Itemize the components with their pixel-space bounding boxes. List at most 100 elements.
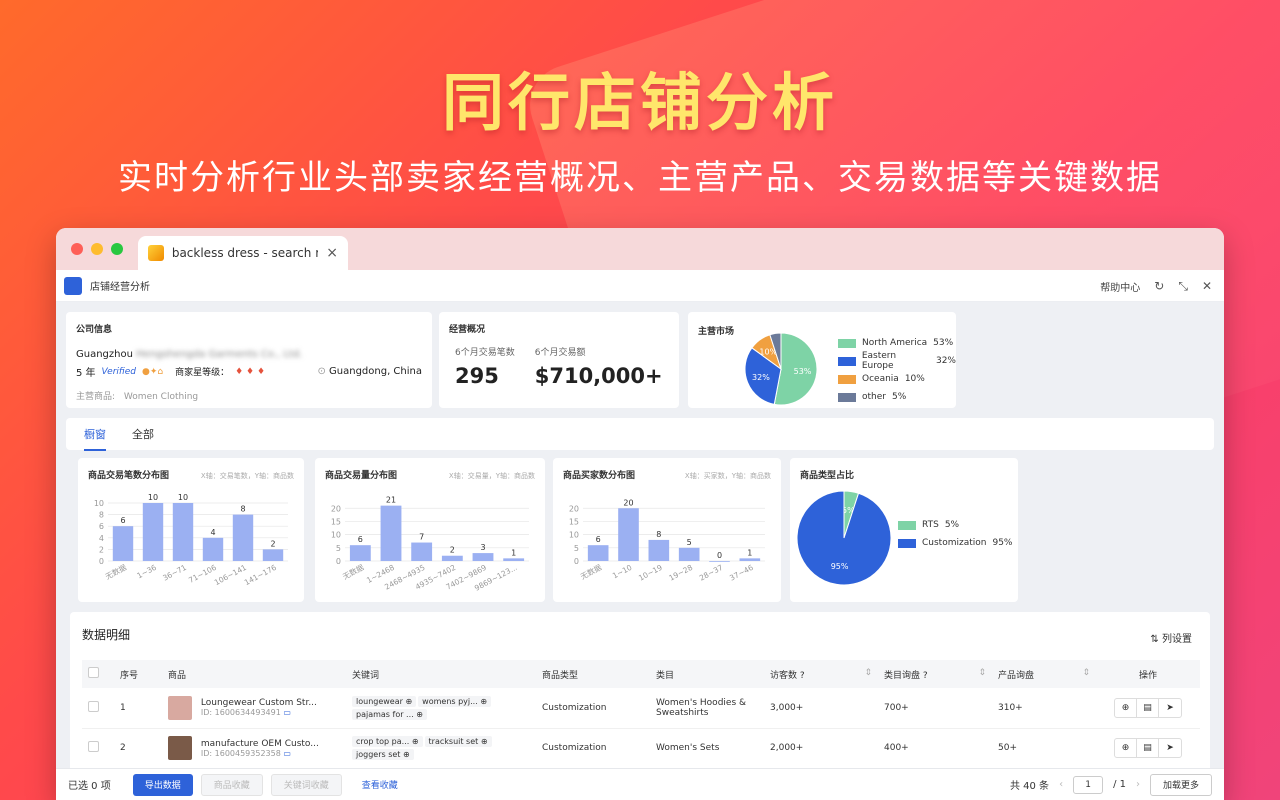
bar-value-label: 7 <box>419 533 424 542</box>
bar-value-label: 8 <box>656 530 661 539</box>
market-pie-chart: 53%32%10% <box>744 332 818 406</box>
help-icon: ? <box>799 670 805 681</box>
tab-close-icon[interactable]: × <box>326 245 338 261</box>
row-checkbox[interactable] <box>88 741 99 752</box>
keyword-tag[interactable]: loungewear ⊕ <box>352 695 417 707</box>
bar <box>380 505 402 561</box>
page-input[interactable]: 1 <box>1073 775 1104 794</box>
header-index: 序号 <box>114 660 162 688</box>
keyword-tag[interactable]: tracksuit set ⊕ <box>424 736 492 747</box>
row-type: Customization <box>536 728 650 769</box>
header-category-inquiry-label: 类目询盘 <box>884 670 921 681</box>
keyword-tag[interactable]: pajamas for ... ⊕ <box>352 708 427 720</box>
pie-slice-label: 32% <box>752 373 770 382</box>
type-legend: RTS 5% Customization 95% <box>898 516 1012 552</box>
view-favorites-link[interactable]: 查看收藏 <box>350 774 410 796</box>
company-name: Guangzhou <box>76 349 133 360</box>
product-name[interactable]: Loungewear Custom Str... <box>201 698 321 708</box>
table-row: 1 Loungewear Custom Str... ID: 160063449… <box>82 688 1200 729</box>
send-icon[interactable]: ➤ <box>1159 699 1181 717</box>
header-visitors[interactable]: 访客数 ? ⇕ <box>764 660 878 688</box>
tab-all[interactable]: 全部 <box>132 426 154 442</box>
browser-window: backless dress - search re × 店铺经营分析 帮助中心… <box>56 228 1224 800</box>
product-type-pie-chart: 5%95% <box>796 490 892 586</box>
row-checkbox[interactable] <box>88 700 99 712</box>
product-thumbnail[interactable] <box>168 736 192 760</box>
chart-title: 商品交易量分布图 <box>325 471 398 481</box>
refresh-icon[interactable]: ↻ <box>1154 279 1164 293</box>
close-window-button[interactable] <box>71 243 83 255</box>
star-level-label: 商家星等级： <box>175 368 230 378</box>
export-data-button[interactable]: 导出数据 <box>132 773 193 796</box>
keyword-tag[interactable]: crop top pa... ⊕ <box>352 736 423 747</box>
document-icon[interactable]: ▤ <box>1137 739 1159 757</box>
send-icon[interactable]: ➤ <box>1159 739 1181 757</box>
footer-bar: 已选 0 项 导出数据 商品收藏 关键词收藏 查看收藏 共 40 条 ‹ 1 /… <box>56 768 1224 800</box>
minimize-window-button[interactable] <box>91 243 103 255</box>
row-select-cell[interactable] <box>82 728 114 769</box>
document-icon[interactable]: ▤ <box>1137 698 1159 717</box>
tab-showcase[interactable]: 橱窗 <box>84 426 106 451</box>
add-icon[interactable]: ⊕ <box>1115 698 1137 717</box>
legend-swatch <box>838 338 856 348</box>
maximize-window-button[interactable] <box>111 243 123 255</box>
y-tick-label: 0 <box>336 557 341 566</box>
x-tick-label: 28~37 <box>698 563 725 583</box>
video-icon[interactable]: ▭ <box>283 749 291 758</box>
header-product-inquiry[interactable]: 产品询盘 ⇕ <box>992 660 1096 688</box>
row-product[interactable]: Loungewear Custom Str... ID: 16006344934… <box>162 688 346 729</box>
add-icon[interactable]: ⊕ <box>1115 739 1137 757</box>
table-header-row: 序号 商品 关键词 商品类型 类目 访客数 ? ⇕ 类目询盘 ? ⇕ 产品询盘 … <box>82 660 1200 688</box>
legend-swatch <box>898 538 916 548</box>
chart-card-volume: 商品交易量分布图 X轴：交易量，Y轴：商品数 0 5 10 15 20 6 无数据 21 1~2… <box>315 458 545 602</box>
bar-value-label: 4 <box>210 528 215 537</box>
row-select-cell[interactable] <box>82 688 114 729</box>
x-tick-label: 1~36 <box>136 563 159 581</box>
row-product[interactable]: manufacture OEM Custo... ID: 16004593523… <box>162 728 346 769</box>
product-name[interactable]: manufacture OEM Custo... <box>201 739 321 749</box>
view-tabs: 橱窗 全部 <box>66 418 1214 451</box>
x-tick-label: 无数据 <box>103 562 128 582</box>
close-icon[interactable]: ✕ <box>1202 279 1212 293</box>
sort-icon[interactable]: ⇕ <box>1082 668 1090 678</box>
bar-value-label: 6 <box>358 535 363 544</box>
legend-name: other <box>862 392 886 402</box>
main-market-card: 主营市场 53% 32% 10% North America 53% Eastern… <box>688 312 956 408</box>
bar-chart-buyers: 0 5 10 15 20 6 无数据 20 1~10 8 10~19 5 19~28 0 28~37 1 37~… <box>569 498 765 583</box>
keyword-tag[interactable]: womens pyj... ⊕ <box>418 695 492 707</box>
collapse-icon[interactable]: ⤡ <box>1178 279 1188 294</box>
favorite-products-button[interactable]: 商品收藏 <box>200 773 263 796</box>
sort-icon[interactable]: ⇕ <box>978 668 986 678</box>
chart-axis-note: X轴：买家数，Y轴：商品数 <box>684 472 771 480</box>
header-category: 类目 <box>650 660 764 688</box>
page-total: / 1 <box>1113 779 1126 790</box>
bar-chart-volume: 051015206无数据211~246872468~493524935~7402… <box>331 496 529 593</box>
y-tick-label: 5 <box>574 544 579 553</box>
location-text: Guangdong, China <box>329 366 422 377</box>
bar-value-label: 21 <box>386 496 396 505</box>
x-tick-label: 141~176 <box>243 563 278 587</box>
select-all-checkbox[interactable] <box>88 667 99 678</box>
header-category-inquiry[interactable]: 类目询盘 ? ⇕ <box>878 660 992 688</box>
y-tick-label: 10 <box>331 531 341 540</box>
y-tick-label: 6 <box>99 522 104 531</box>
header-product-type: 商品类型 <box>536 660 650 688</box>
app-logo-icon <box>64 276 82 295</box>
bar <box>739 558 761 561</box>
header-select-all[interactable] <box>82 660 114 688</box>
prev-page-icon[interactable]: ‹ <box>1059 779 1063 790</box>
market-legend: North America 53% Eastern Europe 32% Oce… <box>838 334 956 406</box>
sort-icon[interactable]: ⇕ <box>864 668 872 678</box>
bar <box>503 558 525 561</box>
next-page-icon[interactable]: › <box>1136 779 1140 790</box>
help-center-link[interactable]: 帮助中心 <box>1100 279 1140 294</box>
column-settings-button[interactable]: ⇅ 列设置 <box>1150 630 1192 645</box>
browser-tab[interactable]: backless dress - search re × <box>138 236 348 270</box>
load-more-button[interactable]: 加载更多 <box>1149 773 1212 796</box>
favorite-keywords-button[interactable]: 关键词收藏 <box>270 773 342 796</box>
video-icon[interactable]: ▭ <box>283 708 291 717</box>
keyword-tag[interactable]: joggers set ⊕ <box>352 749 414 760</box>
product-thumbnail[interactable] <box>168 695 192 720</box>
chart-title: 商品类型占比 <box>800 471 855 481</box>
legend-pct: 10% <box>904 374 925 384</box>
